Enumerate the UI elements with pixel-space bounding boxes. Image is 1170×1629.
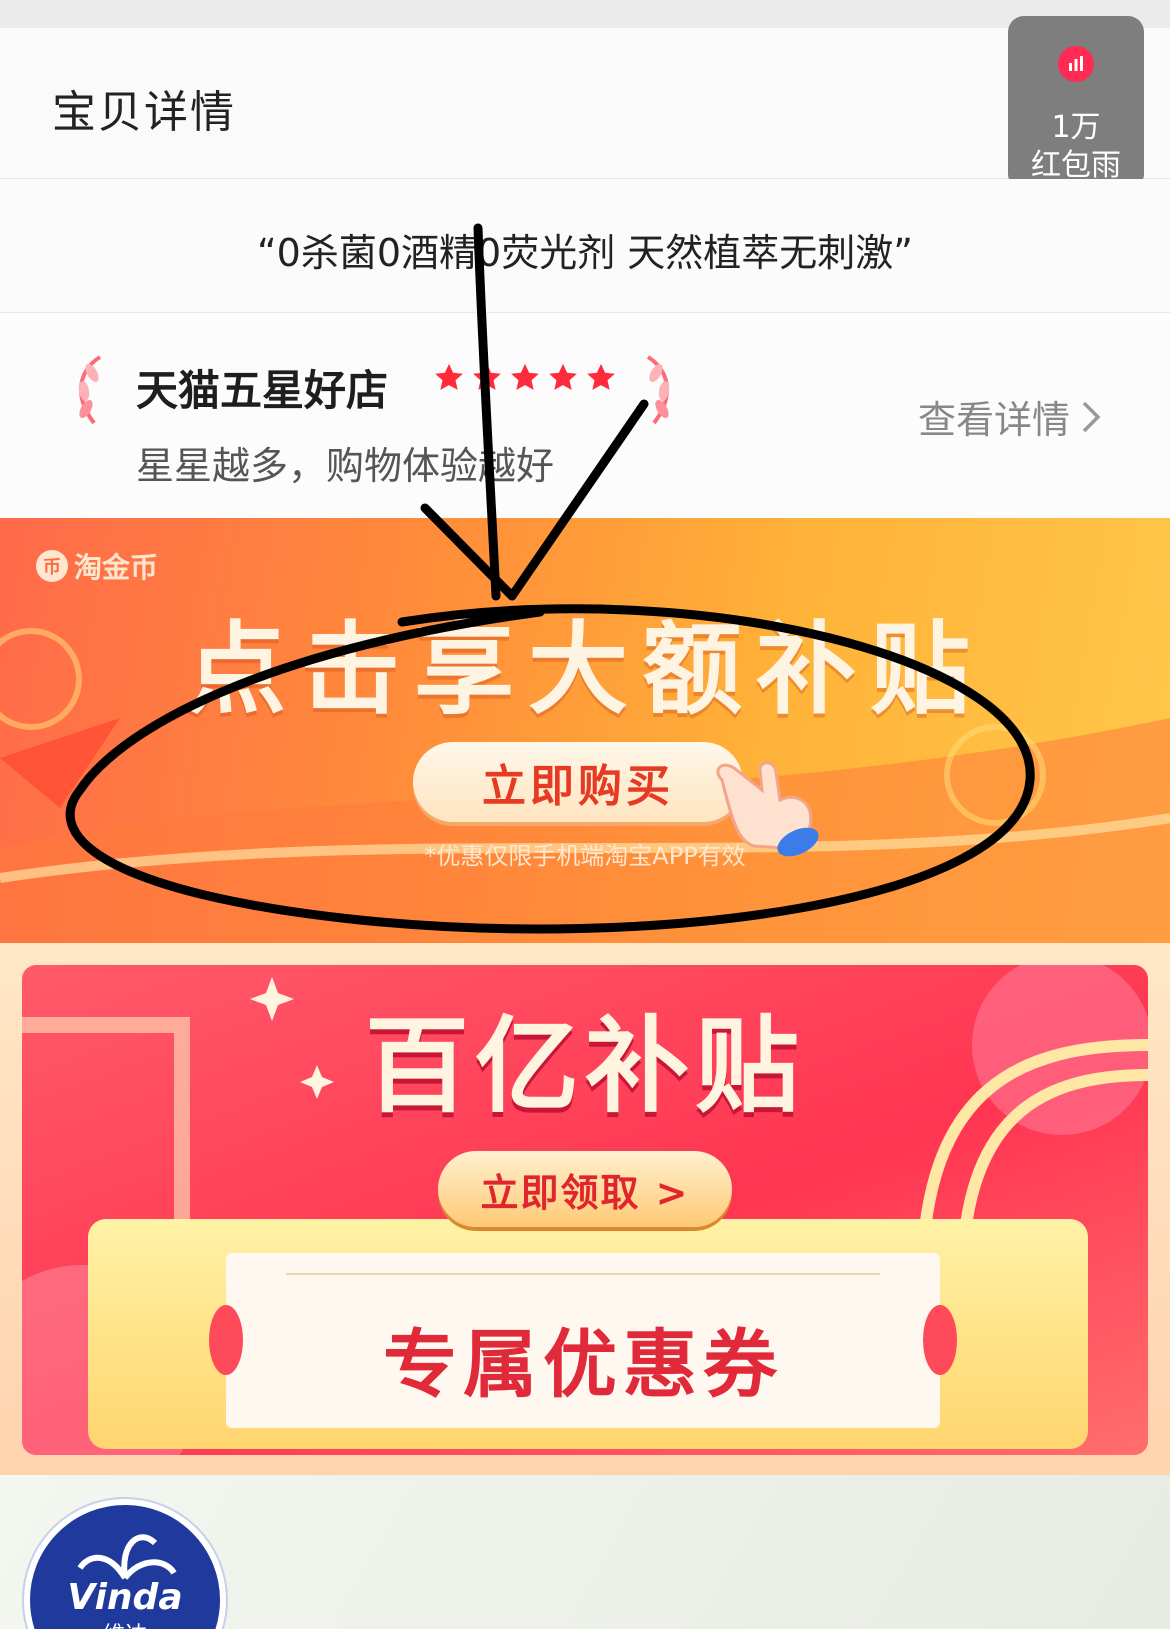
- detail-header: 宝贝详情: [0, 28, 1170, 179]
- chevron-right-icon: [1082, 401, 1101, 432]
- view-details-link[interactable]: 查看详情: [918, 389, 1102, 444]
- star-icon: [587, 363, 615, 390]
- vinda-logo-text: Vinda: [67, 1577, 183, 1618]
- banner-disclaimer: *优惠仅限手机端淘宝APP有效: [424, 842, 746, 870]
- billion-subsidy-banner[interactable]: 百亿补贴 立即领取 > 专属优惠券: [0, 943, 1170, 1475]
- product-detail-page: 宝贝详情 1万 红包雨 “0杀菌0酒精0荧光剂 天然植萃无刺激” 天猫五星好店: [0, 0, 1170, 1629]
- ticket-divider: [286, 1273, 880, 1275]
- top-strip: [0, 0, 1170, 28]
- slogan-row: “0杀菌0酒精0荧光剂 天然植萃无刺激”: [0, 179, 1170, 313]
- claim-now-button[interactable]: 立即领取 >: [438, 1151, 732, 1227]
- exclusive-coupon-label: 专属优惠券: [383, 1322, 783, 1408]
- star-icon: [473, 363, 501, 390]
- red-packet-label: 红包雨: [1031, 148, 1121, 183]
- billion-subsidy-headline: 百亿补贴: [364, 1005, 805, 1127]
- star-icon: [435, 363, 463, 390]
- red-packet-rain-widget[interactable]: 1万 红包雨: [1008, 16, 1144, 190]
- star-icon: [549, 363, 577, 390]
- bar-chart-icon: [1058, 46, 1094, 82]
- banner-headline: 点击享大额补贴: [186, 611, 984, 728]
- taojinbi-logo: 币 淘金币: [36, 546, 158, 586]
- star-icon: [511, 363, 539, 390]
- vinda-logo-cn: 维达: [30, 1617, 220, 1629]
- view-details-label: 查看详情: [918, 398, 1071, 442]
- taojinbi-brand-label: 淘金币: [74, 551, 159, 584]
- coin-icon: 币: [36, 550, 68, 582]
- laurel-right-icon: [646, 355, 670, 425]
- page-title: 宝贝详情: [52, 87, 236, 138]
- product-slogan: “0杀菌0酒精0荧光剂 天然植萃无刺激”: [257, 231, 913, 275]
- star-rating: [432, 361, 618, 395]
- brand-section: Vinda 维达: [0, 1475, 1170, 1629]
- exclusive-coupon-ticket[interactable]: 专属优惠券: [209, 1253, 957, 1428]
- vinda-logo: Vinda 维达: [24, 1499, 226, 1629]
- store-rating-subtitle: 星星越多，购物体验越好: [136, 444, 555, 488]
- coin-decoration: [944, 724, 1046, 826]
- store-rating-row[interactable]: 天猫五星好店 星星越多，购物体验越好 查看详情: [0, 313, 1170, 518]
- laurel-left-icon: [78, 355, 102, 425]
- taojinbi-subsidy-banner[interactable]: 币 淘金币 点击享大额补贴 立即购买 *优惠仅限手机端淘宝APP有效: [0, 518, 1170, 943]
- vinda-flower-icon: [77, 1534, 177, 1580]
- buy-now-button[interactable]: 立即购买: [413, 742, 743, 822]
- store-rating-title: 天猫五星好店: [136, 366, 389, 415]
